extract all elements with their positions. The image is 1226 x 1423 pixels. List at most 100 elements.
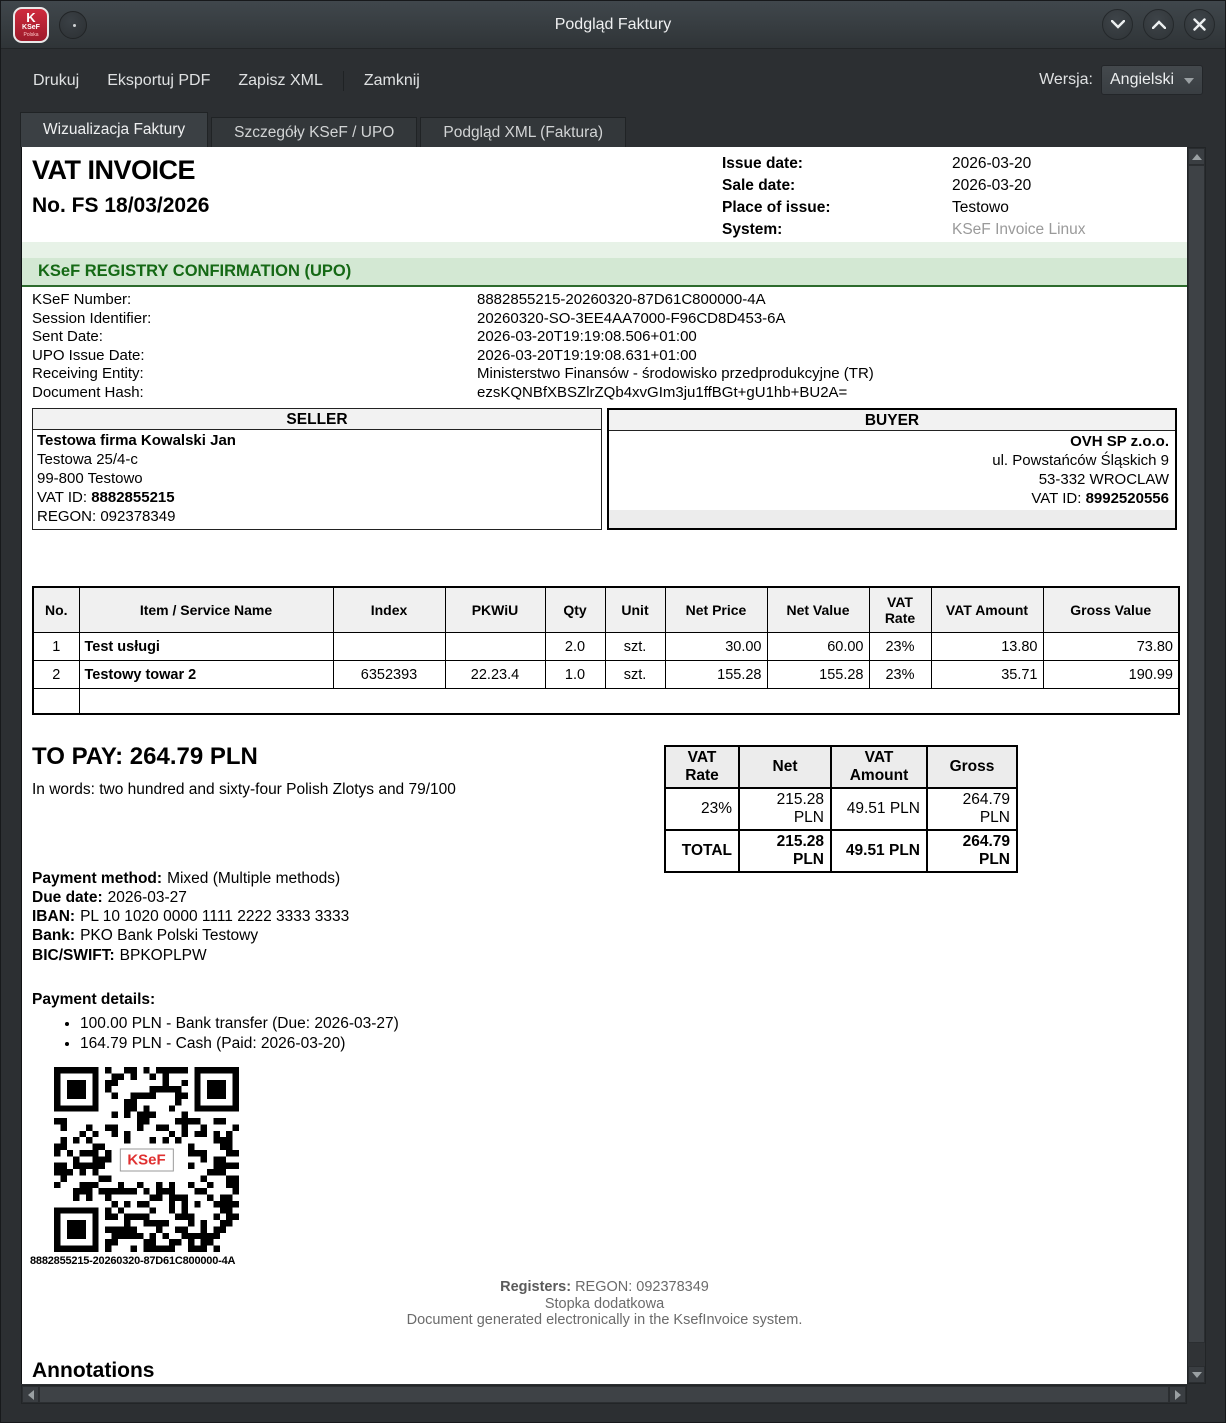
system-label: System: — [722, 221, 952, 239]
cell: Testowy towar 2 — [79, 661, 333, 689]
buyer-header: BUYER — [609, 410, 1175, 431]
upo-banner: KSeF REGISTRY CONFIRMATION (UPO) — [22, 242, 1187, 287]
col-qty: Qty — [545, 587, 605, 633]
place-label: Place of issue: — [722, 199, 952, 217]
seller-city: 99-800 Testowo — [37, 469, 597, 488]
close-button[interactable] — [1184, 9, 1215, 40]
toolbar-separator — [343, 71, 344, 91]
invoice-preview-window: K KSeF Polska Podgląd Faktury Drukuj Eks… — [0, 0, 1226, 1423]
swift-label: BIC/SWIFT: — [32, 947, 115, 964]
buyer-street: ul. Powstańców Śląskich 9 — [615, 451, 1169, 470]
horizontal-scroll-thumb[interactable] — [39, 1386, 1169, 1403]
document-viewport: VAT INVOICE No. FS 18/03/2026 Issue date… — [21, 147, 1187, 1384]
window-title: Podgląd Faktury — [1, 1, 1225, 49]
toolbar: Drukuj Eksportuj PDF Zapisz XML Zamknij … — [1, 50, 1225, 112]
cell — [33, 689, 79, 714]
horizontal-scrollbar[interactable] — [21, 1385, 1187, 1404]
chevron-down-icon — [1184, 78, 1194, 84]
minimize-button[interactable] — [1102, 9, 1133, 40]
upo-row-value: 2026-03-20T19:19:08.506+01:00 — [477, 328, 1177, 347]
payment-method-value: Mixed (Multiple methods) — [167, 870, 340, 887]
upo-row-label: Sent Date: — [32, 328, 477, 347]
payment-details-label: Payment details: — [32, 991, 1187, 1009]
upo-row-label: Receiving Entity: — [32, 365, 477, 384]
print-button[interactable]: Drukuj — [19, 66, 93, 96]
upo-row-value: ezsKQNBfXBSZlrZQb4xvGIm3ju1ffBGt+gU1hb+B… — [477, 384, 1177, 403]
upo-row-value: 20260320-SO-3EE4AA7000-F96CD8D453-6A — [477, 310, 1177, 329]
cell: 60.00 — [767, 633, 869, 661]
scroll-up-button[interactable] — [1188, 148, 1205, 165]
payment-section: Payment method:Mixed (Multiple methods) … — [32, 869, 1187, 965]
issue-date-value: 2026-03-20 — [952, 155, 1086, 173]
cell: 155.28 — [665, 661, 767, 689]
qr-caption: 8882855215-20260320-87D61C800000-4A — [30, 1255, 1187, 1267]
system-value: KSeF Invoice Linux — [952, 221, 1086, 239]
qr-ksef-label: KSeF — [119, 1148, 173, 1171]
maximize-button[interactable] — [1143, 9, 1174, 40]
qr-code: KSeF — [54, 1067, 239, 1252]
tab-xml-preview[interactable]: Podgląd XML (Faktura) — [420, 117, 626, 147]
version-label: Wersja: — [1039, 71, 1093, 89]
tab-bar: Wizualizacja Faktury Szczegóły KSeF / UP… — [1, 112, 1225, 147]
scroll-right-button[interactable] — [1169, 1386, 1186, 1403]
cell: 2.0 — [545, 633, 605, 661]
vat-col: Gross — [927, 746, 1017, 788]
tab-visualization[interactable]: Wizualizacja Faktury — [20, 112, 208, 147]
place-value: Testowo — [952, 199, 1086, 217]
upo-row-label: Session Identifier: — [32, 310, 477, 329]
invoice-meta: Issue date: 2026-03-20 Sale date: 2026-0… — [722, 155, 1086, 239]
items-empty-row — [33, 689, 1179, 714]
scroll-down-button[interactable] — [1188, 1366, 1205, 1383]
export-pdf-button[interactable]: Eksportuj PDF — [93, 66, 224, 96]
upo-row-label: Document Hash: — [32, 384, 477, 403]
upo-row-value: 8882855215-20260320-87D61C800000-4A — [477, 291, 1177, 310]
item-row: 2 Testowy towar 2 6352393 22.23.4 1.0 sz… — [33, 661, 1179, 689]
cell: szt. — [605, 633, 665, 661]
bank-value: PKO Bank Polski Testowy — [80, 927, 258, 944]
chevron-down-icon — [1111, 20, 1125, 29]
items-table: No. Item / Service Name Index PKWiU Qty … — [32, 586, 1180, 715]
upo-details: KSeF Number:8882855215-20260320-87D61C80… — [22, 287, 1187, 403]
vat-col: VAT Rate — [665, 746, 739, 788]
registers-value: REGON: 092378349 — [575, 1279, 709, 1295]
tab-ksef-details[interactable]: Szczegóły KSeF / UPO — [211, 117, 417, 147]
arrow-down-icon — [1192, 1372, 1202, 1378]
document-footer: Registers: REGON: 092378349 Stopka dodat… — [22, 1279, 1187, 1329]
items-header-row: No. Item / Service Name Index PKWiU Qty … — [33, 587, 1179, 633]
sale-date-value: 2026-03-20 — [952, 177, 1086, 195]
footer-line: Document generated electronically in the… — [22, 1312, 1187, 1329]
col-index: Index — [333, 587, 445, 633]
cell: 22.23.4 — [445, 661, 545, 689]
seller-vat-value: 8882855215 — [91, 489, 174, 506]
annotations-title: Annotations — [32, 1359, 1187, 1383]
issue-date-label: Issue date: — [722, 155, 952, 173]
sale-date-label: Sale date: — [722, 177, 952, 195]
vertical-scroll-thumb[interactable] — [1188, 165, 1205, 1343]
col-pkwiu: PKWiU — [445, 587, 545, 633]
upo-banner-top — [22, 242, 1187, 258]
seller-vat: VAT ID: 8882855215 — [37, 488, 597, 507]
vat-total-cell: TOTAL — [665, 830, 739, 872]
scroll-left-button[interactable] — [22, 1386, 39, 1403]
vertical-scrollbar[interactable] — [1187, 147, 1206, 1384]
version-select[interactable]: Angielski — [1101, 65, 1203, 95]
upo-row-label: KSeF Number: — [32, 291, 477, 310]
col-no: No. — [33, 587, 79, 633]
vat-cell: 23% — [665, 788, 739, 830]
cell — [445, 633, 545, 661]
cell: 6352393 — [333, 661, 445, 689]
close-preview-button[interactable]: Zamknij — [350, 66, 434, 96]
cell — [333, 633, 445, 661]
payment-detail-item: 100.00 PLN - Bank transfer (Due: 2026-03… — [80, 1015, 1187, 1033]
save-xml-button[interactable]: Zapisz XML — [224, 66, 336, 96]
vat-total-cell: 49.51 PLN — [831, 830, 927, 872]
cell: 1 — [33, 633, 79, 661]
titlebar: K KSeF Polska Podgląd Faktury — [1, 1, 1225, 49]
buyer-box: BUYER OVH SP z.o.o. ul. Powstańców Śląsk… — [607, 408, 1177, 530]
payment-details-list: 100.00 PLN - Bank transfer (Due: 2026-03… — [80, 1015, 1187, 1053]
buyer-city: 53-332 WROCLAW — [615, 470, 1169, 489]
col-net-price: Net Price — [665, 587, 767, 633]
cell — [79, 689, 1179, 714]
item-row: 1 Test usługi 2.0 szt. 30.00 60.00 23% 1… — [33, 633, 1179, 661]
vat-col: VAT Amount — [831, 746, 927, 788]
